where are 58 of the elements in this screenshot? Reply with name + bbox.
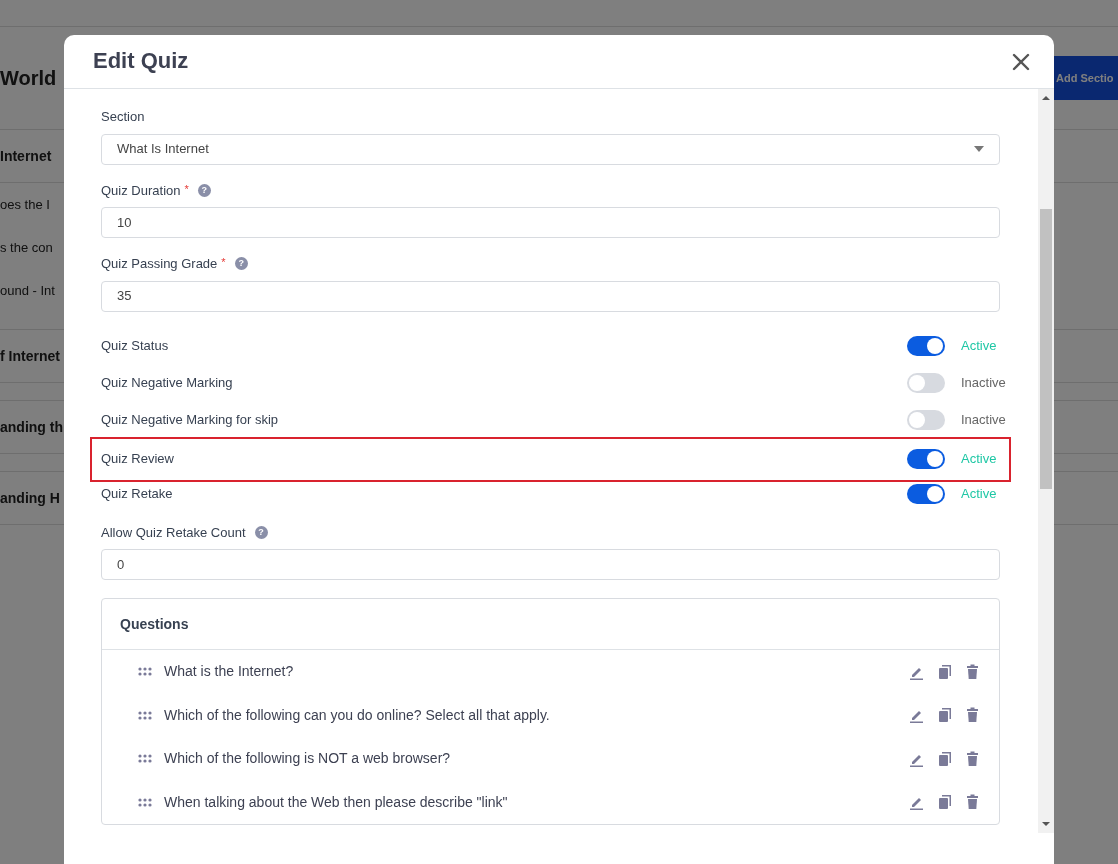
drag-handle-icon[interactable]	[138, 754, 152, 764]
lesson-title: s the con	[0, 238, 53, 257]
section-select[interactable]: What Is Internet	[101, 133, 1000, 165]
toggle-label: Quiz Status	[101, 337, 169, 356]
field-label: Section	[101, 108, 145, 126]
drag-handle-icon[interactable]	[138, 710, 152, 720]
question-text: Which of the following is NOT a web browser?	[164, 749, 452, 769]
toggle-label: Quiz Negative Marking	[101, 374, 233, 393]
input-field[interactable]: 35	[101, 280, 1000, 312]
trash-icon[interactable]	[966, 663, 979, 680]
copy-icon[interactable]	[938, 750, 952, 767]
close-icon	[1012, 52, 1030, 71]
status-text: Inactive	[961, 411, 1007, 430]
page-heading: World	[0, 66, 57, 90]
toggle-label: Quiz Review	[101, 450, 174, 469]
drag-handle-icon[interactable]	[138, 667, 152, 677]
copy-icon[interactable]	[938, 663, 952, 680]
card-title: Questions	[102, 599, 999, 650]
toggle-switch[interactable]	[907, 336, 945, 356]
lesson-title: ound - Int	[0, 281, 55, 300]
scroll-up-icon[interactable]	[1041, 93, 1051, 103]
input-field[interactable]: 0	[101, 549, 1000, 580]
toggle-label: Quiz Negative Marking for skip	[101, 411, 278, 430]
copy-icon[interactable]	[938, 707, 952, 724]
trash-icon[interactable]	[966, 707, 979, 724]
copy-icon[interactable]	[938, 794, 952, 811]
status-text: Active	[961, 485, 998, 504]
trash-icon[interactable]	[966, 750, 979, 767]
modal-title: Edit Quiz	[93, 48, 189, 75]
drag-handle-icon[interactable]	[138, 797, 152, 807]
section-title: anding th	[0, 417, 63, 437]
required-mark: *	[221, 255, 226, 270]
caret-icon	[974, 146, 984, 152]
status-text: Inactive	[961, 374, 1007, 393]
status-text: Active	[961, 450, 998, 469]
scrollbar-thumb[interactable]	[1040, 209, 1052, 489]
question-text: Which of the following can you do online? Select all that apply.	[164, 705, 551, 725]
toggle-label: Quiz Retake	[101, 485, 173, 504]
trash-icon[interactable]	[966, 794, 979, 811]
question-text: What is the Internet?	[164, 662, 295, 682]
toggle-switch[interactable]	[907, 410, 945, 430]
select-value: What Is Internet	[117, 140, 209, 159]
scrollbar[interactable]	[1038, 89, 1054, 833]
section-title: f Internet	[0, 346, 60, 366]
status-text: Active	[961, 337, 998, 356]
section-title: anding H	[0, 488, 60, 508]
toggle-switch[interactable]	[907, 449, 945, 469]
field-label: Quiz Passing Grade	[101, 255, 218, 273]
toggle-switch[interactable]	[907, 484, 945, 504]
input-field[interactable]: 10	[101, 207, 1000, 238]
lesson-title: oes the I	[0, 195, 50, 214]
field-label: Quiz Duration	[101, 181, 181, 200]
section-title: Internet	[0, 146, 52, 166]
scroll-down-icon[interactable]	[1041, 819, 1051, 829]
required-mark: *	[184, 181, 189, 197]
field-label: Allow Quiz Retake Count	[101, 523, 246, 542]
toggle-switch[interactable]	[907, 373, 945, 393]
question-text: When talking about the Web then please describe "link"	[164, 792, 509, 812]
